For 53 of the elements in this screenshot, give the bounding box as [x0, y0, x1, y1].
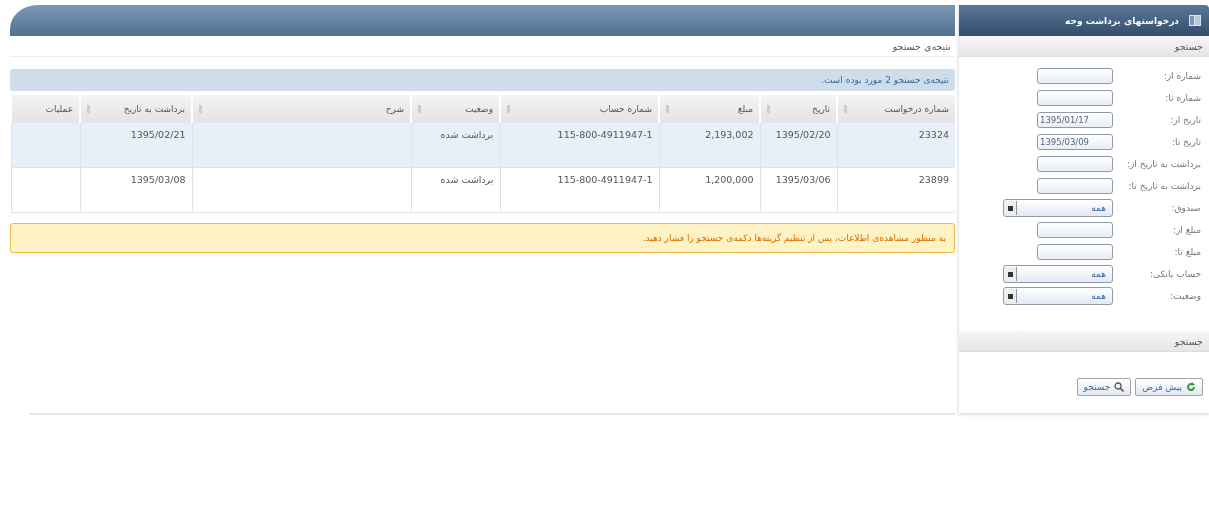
dropdown[interactable]: همه: [1003, 287, 1113, 305]
input-field[interactable]: [1037, 178, 1113, 194]
table-cell: 23324: [918, 129, 949, 140]
table-cell: 1395/03/06: [775, 174, 831, 185]
column-header[interactable]: عملیات: [11, 95, 80, 123]
field-label: تاریخ از:: [1169, 115, 1202, 125]
table-cell: 1395/02/21: [130, 129, 186, 140]
table-cell: 2,193,002: [705, 129, 754, 140]
table-cell: 1395/02/20: [775, 129, 831, 140]
column-header[interactable]: برداشت به تاریخ: [80, 95, 192, 123]
panel-title: درخواستهای برداشت وجه: [1065, 15, 1179, 26]
column-header[interactable]: تاریخ: [760, 95, 837, 123]
column-header[interactable]: وضعیت: [411, 95, 500, 123]
input-field[interactable]: [1037, 90, 1113, 106]
column-header[interactable]: مبلغ: [659, 95, 760, 123]
input-field[interactable]: [1037, 222, 1113, 238]
table-cell: 115-800-4911947-1: [557, 174, 653, 185]
table-cell: برداشت شده: [440, 174, 494, 185]
reset-button[interactable]: پیش فرض: [1135, 378, 1203, 396]
field-label: برداشت به تاریخ تا:: [1127, 181, 1202, 191]
input-field[interactable]: [1037, 244, 1113, 260]
column-header[interactable]: شماره درخواست: [837, 95, 955, 123]
field-label: مبلغ تا:: [1173, 247, 1202, 257]
table-cell: 1395/03/08: [130, 174, 186, 185]
field-label: مبلغ از:: [1171, 225, 1202, 235]
input-field[interactable]: [1037, 156, 1113, 172]
section-title: جستجو: [1174, 335, 1203, 347]
dropdown[interactable]: همه: [1003, 265, 1113, 283]
field-label: شماره تا:: [1164, 93, 1202, 103]
field-label: تاریخ تا:: [1170, 137, 1202, 147]
table-cell: 1,200,000: [705, 174, 754, 185]
table-cell: 23899: [918, 174, 949, 185]
results-count-text: نتیجه‌ی جستجو 2 مورد بوده است.: [821, 75, 949, 85]
column-header[interactable]: شرح: [192, 95, 411, 123]
dropdown[interactable]: همه: [1003, 199, 1113, 217]
field-label: برداشت به تاریخ از:: [1125, 159, 1202, 169]
input-field[interactable]: 1395/03/09: [1037, 134, 1113, 150]
field-label: صندوق:: [1170, 203, 1202, 213]
book-icon: [1189, 15, 1201, 26]
section-title: جستجو: [1174, 40, 1203, 52]
search-icon: [1114, 382, 1125, 392]
warning-text: به منظور مشاهده‌ی اطلاعات، پس از تنظیم گزینه‌ها دکمه‌ی جستجو را فشار دهید.: [642, 233, 946, 243]
field-label: شماره از:: [1162, 71, 1202, 81]
table-cell: 115-800-4911947-1: [557, 129, 653, 140]
table-cell: برداشت شده: [440, 129, 494, 140]
results-title: نتیجه‌ی جستجو: [10, 36, 955, 57]
input-field[interactable]: [1037, 68, 1113, 84]
field-label: حساب بانکی:: [1149, 269, 1202, 279]
field-label: وضعیت:: [1169, 291, 1202, 301]
refresh-icon: [1186, 382, 1196, 392]
column-header[interactable]: شماره حساب: [500, 95, 659, 123]
input-field[interactable]: 1395/01/17: [1037, 112, 1113, 128]
search-button[interactable]: جستجو: [1076, 378, 1132, 396]
